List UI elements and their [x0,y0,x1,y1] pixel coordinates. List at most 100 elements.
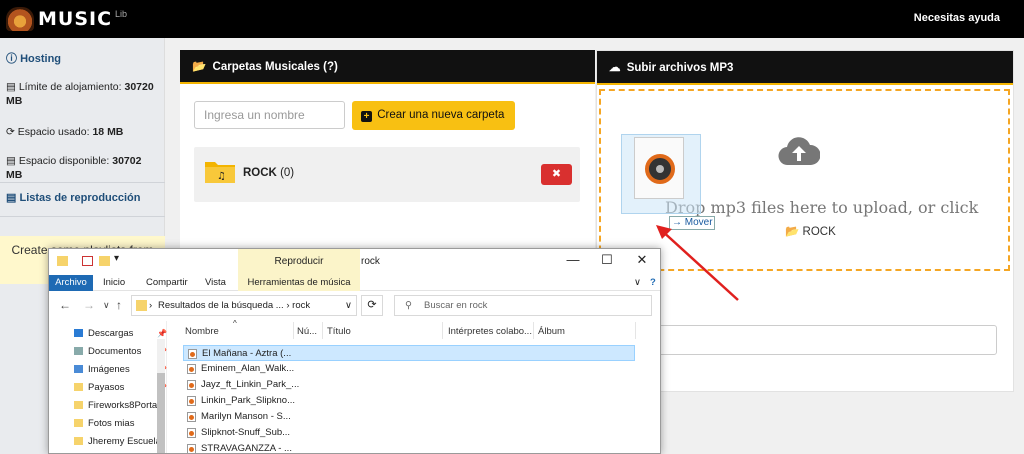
disc-icon [645,154,675,184]
column-divider[interactable] [322,322,323,339]
file-row[interactable]: Marilyn Manson - S... [183,409,635,425]
tab-reproducir[interactable]: Reproducir [238,249,360,275]
chevron-down-icon[interactable]: ∨ [345,296,352,315]
mp3-file-icon [634,137,684,199]
column-interpretes[interactable]: Intérpretes colabo... [448,326,532,337]
file-row[interactable]: El Mañana - Aztra (... [183,345,635,361]
folders-panel-header: 📂 Carpetas Musicales (?) [180,50,595,84]
nav-item-label: Documentos [88,346,142,357]
column-divider[interactable] [635,322,636,339]
help-link[interactable]: Necesitas ayuda [914,12,1000,24]
folder-item[interactable]: ♫ ROCK (0) ✖ [194,147,580,202]
book-icon: ▤ [6,192,17,204]
audio-file-icon [187,364,196,374]
folder-name-input[interactable]: Ingresa un nombre [194,101,345,129]
nav-item-descargas[interactable]: Descargas 📌 [74,326,169,342]
upload-field[interactable] [657,325,997,355]
tab-inicio[interactable]: Inicio [103,277,125,288]
scrollbar-thumb[interactable] [157,373,165,453]
back-arrow-icon[interactable]: ← [59,298,71,312]
file-row[interactable]: Jayz_ft_Linkin_Park_... [183,377,635,393]
up-arrow-icon[interactable]: ↑ [116,298,122,312]
logo-sub: Lib [115,9,128,19]
tab-archivo[interactable]: Archivo [49,275,93,291]
file-row[interactable]: Linkin_Park_Slipkno... [183,393,635,409]
column-album[interactable]: Álbum [538,326,565,337]
column-titulo[interactable]: Título [327,326,351,337]
nav-item-label: Fireworks8Portab [88,400,163,411]
maximize-icon[interactable]: ☐ [597,252,617,268]
tab-vista[interactable]: Vista [205,277,226,288]
server-icon: ▤ [6,81,16,93]
download-icon [74,329,83,337]
music-folder-icon: ♫ [205,162,235,183]
address-bar[interactable]: › Resultados de la búsqueda ... › rock ∨ [131,295,357,316]
breadcrumb-separator: › [149,300,153,311]
file-name: El Mañana - Aztra (... [202,348,292,359]
column-numero[interactable]: Nú... [297,326,317,337]
minimize-icon[interactable]: — [563,252,583,267]
audio-file-icon [187,380,196,390]
info-icon: ⓘ [6,53,17,65]
close-icon[interactable]: ✕ [632,252,652,268]
cloud-upload-icon [778,137,820,166]
plus-icon: + [361,111,372,122]
dropzone-target-folder: 📂 ROCK [785,224,836,238]
annotation-arrow [656,225,739,301]
column-nombre[interactable]: Nombre [185,326,219,337]
file-name: STRAVAGANZZA - ... [201,443,292,454]
document-icon [74,347,83,355]
app-logo[interactable]: MUSIC Lib [6,6,127,32]
forward-arrow-icon[interactable]: → [83,298,95,312]
dragged-file[interactable] [621,134,701,214]
nav-item-payasos[interactable]: Payasos📌 [74,380,169,396]
folder-label: ROCK (0) [243,167,294,179]
help-icon[interactable]: ? [650,277,656,288]
nav-item-fotos[interactable]: Fotos mias [74,416,169,432]
nav-item-jheremy[interactable]: Jheremy Escuela [74,434,169,450]
column-divider[interactable] [293,322,294,339]
explorer-titlebar: ▾ Reproducir rock — ☐ ✕ [49,249,660,275]
column-divider[interactable] [533,322,534,339]
sidebar-divider [0,216,165,217]
space-used-value: 18 MB [92,126,124,138]
tab-herramientas-musica[interactable]: Herramientas de música [238,275,360,291]
file-name: Eminem_Alan_Walk... [201,363,295,374]
dropzone-text: Drop mp3 files here to upload, or click [665,198,979,217]
playlists-title: Listas de reproducción [19,192,141,204]
nav-item-documentos[interactable]: Documentos📌 [74,344,169,360]
nav-item-imagenes[interactable]: Imágenes📌 [74,362,169,378]
top-navbar: MUSIC Lib Necesitas ayuda [0,0,1024,38]
delete-folder-button[interactable]: ✖ [541,164,572,185]
new-folder-icon[interactable] [99,256,110,266]
refresh-button[interactable]: ⟳ [361,295,383,316]
file-row[interactable]: Eminem_Alan_Walk... [183,361,635,377]
column-divider[interactable] [442,322,443,339]
folder-name: ROCK [243,167,277,179]
create-folder-button[interactable]: + Crear una nueva carpeta [352,101,515,130]
folders-panel: 📂 Carpetas Musicales (?) Ingresa un nomb… [180,50,595,270]
breadcrumb-current[interactable]: rock [292,300,310,311]
explorer-search-input[interactable]: ⚲ Buscar en rock [394,295,652,316]
tab-compartir[interactable]: Compartir [146,277,188,288]
help-icon[interactable]: (?) [323,61,338,73]
file-row[interactable]: STRAVAGANZZA - ... [183,441,635,454]
properties-icon[interactable] [82,256,93,266]
audio-file-icon [188,349,197,359]
folder-icon [74,383,83,391]
file-row[interactable]: Slipknot-Snuff_Sub... [183,425,635,441]
nav-item-fireworks[interactable]: Fireworks8Portab [74,398,169,414]
space-used: ⟳ Espacio usado: 18 MB [6,125,156,139]
sort-up-icon: ^ [233,319,237,328]
audio-file-icon [187,444,196,453]
nav-item-label: Descargas [88,328,134,339]
breadcrumb-parent[interactable]: Resultados de la búsqueda ... [158,300,284,311]
audio-file-icon [187,412,196,422]
customize-toolbar-icon[interactable]: ▾ [114,253,119,264]
playlists-heading: ▤ Listas de reproducción [0,191,147,204]
nav-scrollbar[interactable] [157,339,165,453]
space-free-label: Espacio disponible: [18,155,110,167]
chevron-down-icon[interactable]: ∨ [634,277,641,288]
hosting-limit: ▤ Límite de alojamiento: 30720 MB [6,80,156,108]
recent-dropdown-icon[interactable]: ∨ [103,300,110,311]
